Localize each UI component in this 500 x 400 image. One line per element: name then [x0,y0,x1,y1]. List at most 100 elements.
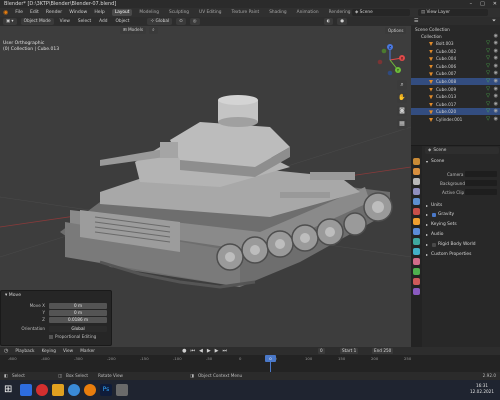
jump-start-icon[interactable]: ⏮ [190,348,195,354]
menu-keying[interactable]: Keying [42,349,56,354]
tab-shading[interactable]: Shading [266,9,289,16]
tab-animation[interactable]: Animation [294,9,322,16]
orientation-dropdown[interactable]: Global [49,326,107,332]
opera-icon[interactable] [36,384,48,396]
play-icon[interactable]: ▶ [207,348,211,354]
3d-viewport[interactable]: ▣ ▾ Object Mode View Select Add Object ⊹… [0,17,411,347]
outliner-item[interactable]: Cube.004 ▽ ◉ [411,55,500,62]
outliner-item[interactable]: Cube.007 ▽ ◉ [411,70,500,77]
view-layer-selector[interactable]: ▤ View Layer [418,9,488,16]
ie-icon[interactable] [20,384,32,396]
timeline-ruler[interactable]: -600-400-300-200-150-100-500501001502002… [0,356,500,363]
pan-icon[interactable]: ✋ [397,93,407,103]
eye-icon[interactable]: ◉ [494,70,498,77]
section-rigid-body-world[interactable]: ▸ Rigid Body World [423,241,500,249]
step-forward-icon[interactable]: ▶ [215,348,219,354]
tab-texture-paint[interactable]: Texture Paint [228,9,262,16]
jump-end-icon[interactable]: ⏭ [223,348,228,354]
eye-icon[interactable]: ◉ [494,40,498,47]
section-custom-properties[interactable]: ▸ Custom Properties [423,251,500,259]
outliner-collection[interactable]: Collection ◉ [411,33,500,40]
tab-rendering[interactable]: Rendering [326,9,354,16]
tab-layout[interactable]: Layout [111,9,133,16]
particles-tab-icon[interactable] [413,238,420,245]
constraints-tab-icon[interactable] [413,258,420,265]
zoom-icon[interactable]: ⌕ [397,80,407,90]
world-tab-icon[interactable] [413,208,420,215]
menu-window[interactable]: Window [69,10,87,15]
app-icon[interactable] [68,384,80,396]
outliner-item[interactable]: Cube.009 ▽ ◉ [411,86,500,93]
object-tab-icon[interactable] [413,218,420,225]
outliner-item[interactable]: Bolt.003 ▽ ◉ [411,40,500,47]
view-layer-tab-icon[interactable] [413,188,420,195]
rigid-body-checkbox[interactable] [432,243,436,247]
outliner-filter-icon[interactable]: ⏷ [492,18,496,24]
outliner-item[interactable]: Cube.020 ▽ ◉ [411,108,500,116]
proportional-editing-checkbox[interactable] [49,335,53,339]
record-icon[interactable]: ● [182,348,186,354]
eye-icon[interactable]: ◉ [494,78,498,85]
outliner-item[interactable]: Cube.006 ▽ ◉ [411,63,500,70]
current-frame-field[interactable]: 0 [318,348,325,354]
eye-icon[interactable]: ◉ [494,55,498,62]
modifier-tab-icon[interactable] [413,228,420,235]
step-back-icon[interactable]: ◀ [199,348,203,354]
eye-icon[interactable]: ◉ [494,101,498,108]
menu-marker[interactable]: Marker [80,349,95,354]
active-clip-field[interactable] [465,189,497,195]
outliner-item[interactable]: Cylinder.001 ▽ ◉ [411,116,500,123]
windows-start-icon[interactable]: ⊞ [4,384,16,396]
eye-icon[interactable]: ◉ [494,63,498,70]
material-tab-icon[interactable] [413,278,420,285]
photoshop-icon[interactable]: Ps [100,384,112,396]
blender-taskbar-icon[interactable] [84,384,96,396]
section-units[interactable]: ▸ Units [423,202,500,210]
camera-icon[interactable]: ◙ [397,106,407,116]
tool-tab-icon[interactable] [413,158,420,165]
menu-help[interactable]: Help [94,10,104,15]
tab-uv-editing[interactable]: UV Editing [196,9,224,16]
blender-logo-icon[interactable]: ◉ [3,9,8,16]
menu-playback[interactable]: Playback [15,349,34,354]
playhead[interactable]: 0 [265,355,276,362]
outliner-item[interactable]: Cube.002 ▽ ◉ [411,48,500,55]
data-tab-icon[interactable] [413,268,420,275]
maximize-icon[interactable]: □ [480,0,485,8]
scene-selector[interactable]: ◆ Scene [352,9,410,16]
output-tab-icon[interactable] [413,178,420,185]
outliner-editor-icon[interactable]: ☰ [414,18,418,24]
outliner-scene-collection[interactable]: Scene Collection [411,26,500,33]
eye-icon[interactable]: ◉ [494,116,498,123]
camera-field[interactable] [465,171,497,177]
outliner-item[interactable]: Cube.013 ▽ ◉ [411,93,500,100]
menu-file[interactable]: File [15,10,23,15]
gravity-checkbox[interactable] [432,213,436,217]
eye-icon[interactable]: ◉ [494,86,498,93]
physics-tab-icon[interactable] [413,248,420,255]
tab-modeling[interactable]: Modeling [136,9,162,16]
grid-toggle-icon[interactable]: ▦ [397,119,407,129]
move-x-field[interactable]: 0 m [49,303,107,309]
operator-panel-title[interactable]: ▾ Move [5,293,21,298]
file-explorer-icon[interactable] [52,384,64,396]
tank-model[interactable] [40,92,400,302]
move-z-field[interactable]: 0.0186 m [49,317,107,323]
menu-edit[interactable]: Edit [30,10,39,15]
tab-sculpting[interactable]: Sculpting [166,9,192,16]
outliner-item[interactable]: Cube.017 ▽ ◉ [411,101,500,108]
move-y-field[interactable]: 0 m [49,310,107,316]
section-gravity[interactable]: ▸ Gravity [423,211,500,219]
menu-view-timeline[interactable]: View [63,349,73,354]
texture-tab-icon[interactable] [413,288,420,295]
start-frame-field[interactable]: Start 1 [340,348,359,354]
eye-icon[interactable]: ◉ [494,33,498,40]
section-audio[interactable]: ▸ Audio [423,231,500,239]
menu-render[interactable]: Render [46,10,62,15]
background-field[interactable] [465,180,497,186]
eye-icon[interactable]: ◉ [494,108,498,115]
end-frame-field[interactable]: End 250 [372,348,394,354]
render-tab-icon[interactable] [413,168,420,175]
eye-icon[interactable]: ◉ [494,93,498,100]
window-icon[interactable] [116,384,128,396]
